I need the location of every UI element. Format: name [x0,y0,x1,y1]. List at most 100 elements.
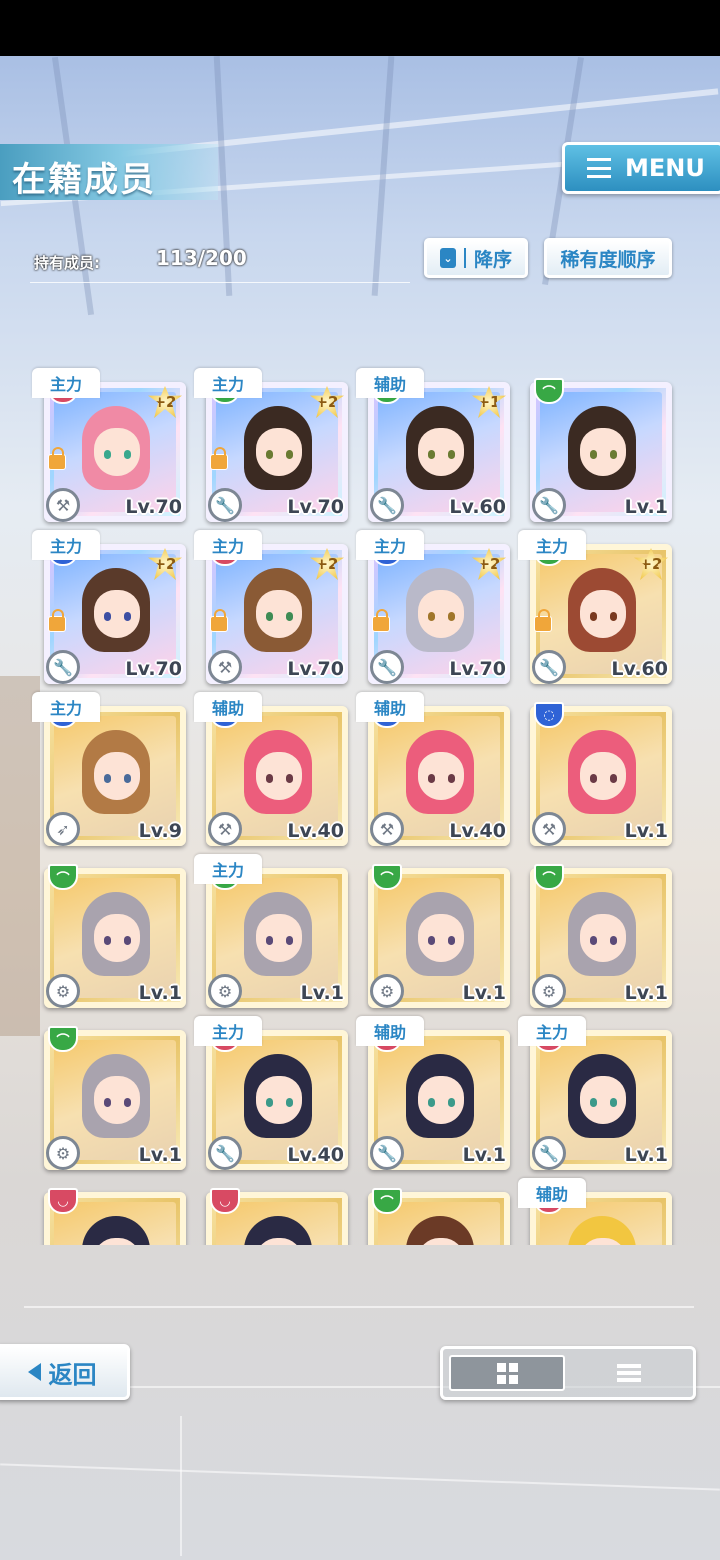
character-eye [428,774,435,783]
character-face [256,428,302,476]
wrench-icon: 🔧 [532,1136,566,1170]
character-eye [104,450,111,459]
character-eye [448,1098,455,1107]
divider [24,1306,694,1308]
sort-key-button[interactable]: 稀有度顺序 [544,238,672,278]
character-eye [590,612,597,621]
character-face [418,914,464,962]
gear-icon: ⚙ [46,1136,80,1170]
attribute-blue-icon: ◌ [534,702,564,728]
page-title: 在籍成员 [12,160,156,200]
attribute-red-icon: ◡ [210,1188,240,1214]
character-eye [124,612,131,621]
role-tab: 主力 [32,530,100,560]
level-label: Lv.60 [611,658,668,680]
hammer-icon: ⚒ [208,650,242,684]
character-face [580,914,626,962]
lock-icon [48,609,66,632]
role-tab: 主力 [32,368,100,398]
grid-icon [496,1362,518,1384]
character-eye [266,936,273,945]
lock-icon [210,447,228,470]
character-eye [286,936,293,945]
level-label: Lv.70 [287,658,344,680]
role-tab: 辅助 [356,1016,424,1046]
character-eye [590,774,597,783]
character-eye [286,774,293,783]
separator [463,248,466,268]
wrench-icon: 🔧 [532,650,566,684]
character-eye [104,936,111,945]
level-label: Lv.40 [287,820,344,842]
lock-icon [210,609,228,632]
character-eye [124,1098,131,1107]
character-face [94,914,140,962]
attribute-green-icon: ⌒ [534,864,564,890]
sort-order-button[interactable]: ⌄ 降序 [424,238,528,278]
wrench-icon: 🔧 [208,1136,242,1170]
level-label: Lv.70 [125,496,182,518]
character-face [256,590,302,638]
character-eye [124,450,131,459]
attribute-green-icon: ⌒ [372,1188,402,1214]
attribute-green-icon: ⌒ [372,864,402,890]
role-tab: 主力 [518,530,586,560]
menu-button[interactable]: MENU [562,142,720,194]
level-label: Lv.1 [138,982,182,1004]
wrench-icon: 🔧 [370,488,404,522]
character-eye [610,612,617,621]
wrench-icon: 🔧 [532,488,566,522]
level-label: Lv.1 [624,982,668,1004]
role-tab: 辅助 [356,692,424,722]
level-label: Lv.40 [287,1144,344,1166]
character-eye [104,774,111,783]
character-face [94,752,140,800]
character-eye [104,1098,111,1107]
attribute-red-icon: ◡ [48,1188,78,1214]
character-face [418,1076,464,1124]
character-eye [266,450,273,459]
level-label: Lv.1 [300,982,344,1004]
character-eye [448,774,455,783]
wrench-icon: 🔧 [46,650,80,684]
attribute-green-icon: ⌒ [48,864,78,890]
character-eye [448,450,455,459]
character-eye [428,450,435,459]
role-tab: 主力 [194,368,262,398]
back-button[interactable]: 返回 [0,1344,130,1400]
character-face [256,914,302,962]
character-eye [448,612,455,621]
lock-icon [534,609,552,632]
hammer-icon: ⚒ [532,812,566,846]
character-eye [590,936,597,945]
view-toggle [440,1346,696,1400]
character-face [94,1076,140,1124]
character-eye [610,1098,617,1107]
character-eye [286,1098,293,1107]
member-grid[interactable]: ◡主力+2⚒Lv.70⌒主力+2🔧Lv.70⌒辅助+1🔧Lv.60⌒🔧Lv.1◌… [0,310,720,1245]
character-face [94,590,140,638]
character-eye [266,612,273,621]
list-view-button[interactable] [571,1355,687,1391]
members-count: 113/200 [156,246,247,270]
level-label: Lv.40 [449,820,506,842]
level-label: Lv.1 [624,820,668,842]
character-face [580,1076,626,1124]
attribute-green-icon: ⌒ [48,1026,78,1052]
divider [30,282,410,283]
level-label: Lv.70 [125,658,182,680]
level-label: Lv.1 [462,1144,506,1166]
grid-view-button[interactable] [449,1355,565,1391]
character-face [580,428,626,476]
hammer-icon: ⚒ [208,812,242,846]
character-eye [448,936,455,945]
character-eye [124,774,131,783]
level-label: Lv.9 [138,820,182,842]
role-tab: 主力 [32,692,100,722]
level-label: Lv.70 [287,496,344,518]
role-tab: 主力 [518,1016,586,1046]
hamburger-icon [587,158,611,178]
character-face [418,752,464,800]
character-face [256,1076,302,1124]
members-label: 持有成员: [34,254,100,272]
